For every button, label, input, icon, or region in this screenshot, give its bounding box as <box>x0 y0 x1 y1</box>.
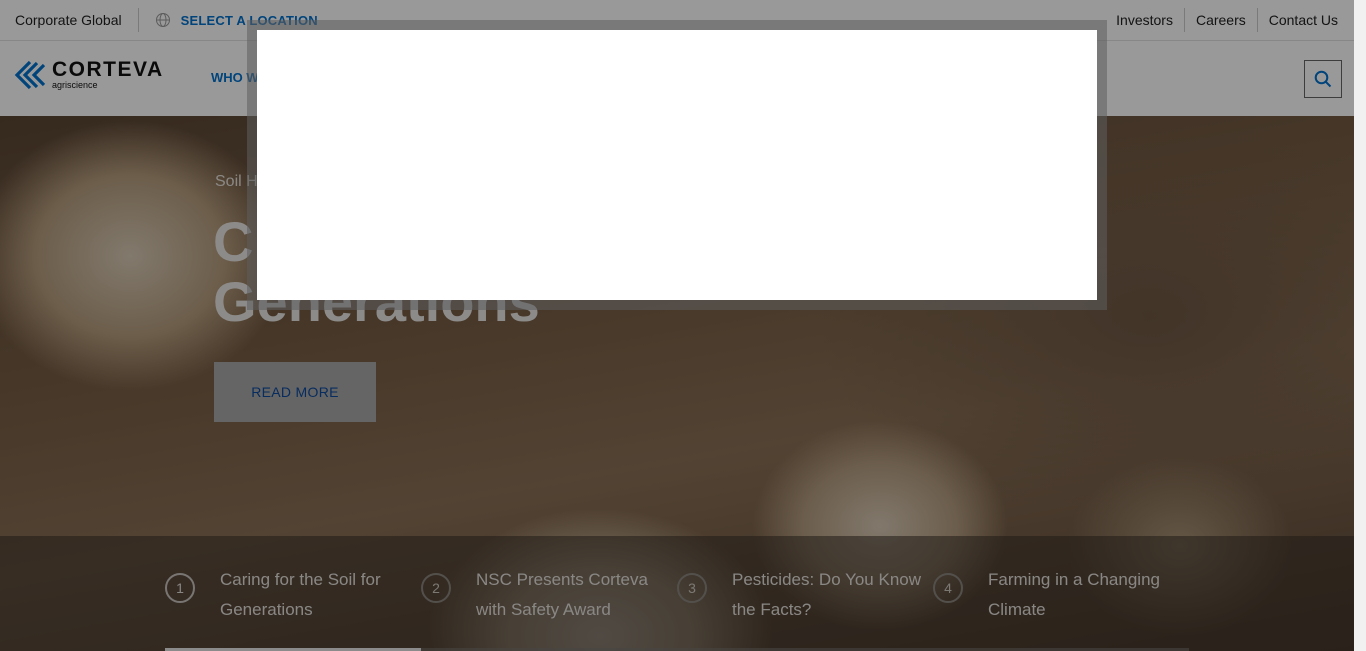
page-scrollbar[interactable] <box>1354 0 1366 651</box>
modal-dialog[interactable] <box>257 30 1097 300</box>
